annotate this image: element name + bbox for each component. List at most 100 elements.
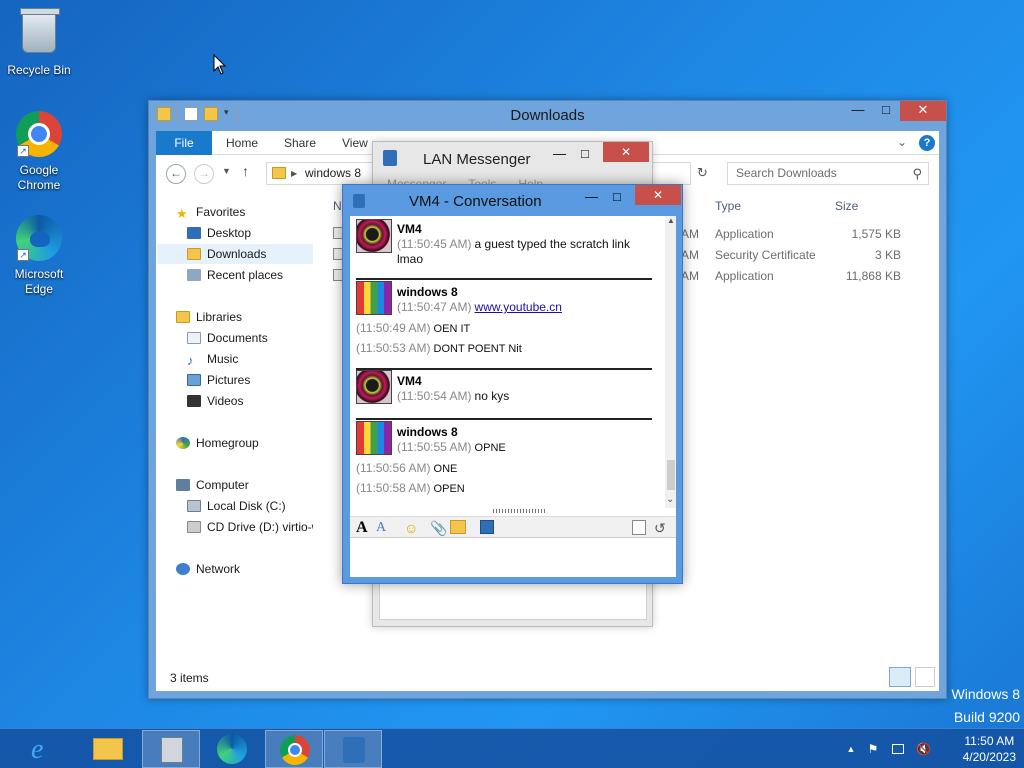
clock[interactable]: 11:50 AM 4/20/2023: [963, 733, 1016, 765]
nav-local-disk[interactable]: Local Disk (C:): [187, 496, 286, 516]
nav-videos[interactable]: Videos: [187, 391, 243, 411]
message-text: ONE: [433, 463, 458, 475]
nav-computer[interactable]: Computer: [176, 475, 249, 495]
taskbar-chrome[interactable]: [265, 730, 323, 768]
message-time: (11:50:53 AM): [356, 341, 431, 355]
explorer-titlebar[interactable]: ▾ Downloads — □ ✕: [149, 101, 946, 131]
nav-desktop[interactable]: Desktop: [187, 223, 251, 243]
message-text: OPNE: [474, 442, 506, 454]
watermark-build: Build 9200: [953, 709, 1020, 725]
font-icon[interactable]: A: [356, 519, 368, 537]
desktop-icon-recycle-bin[interactable]: Recycle Bin: [1, 8, 77, 78]
nav-libraries[interactable]: Libraries: [176, 307, 242, 327]
maximize-button[interactable]: □: [581, 146, 589, 161]
action-center-flag-icon[interactable]: ⚑: [866, 742, 880, 756]
transfer-icon[interactable]: [632, 520, 646, 535]
message-sender: windows 8: [397, 285, 458, 299]
taskbar-edge[interactable]: [203, 730, 261, 768]
nav-favorites[interactable]: ★ Favorites: [176, 202, 245, 222]
tab-home[interactable]: Home: [212, 131, 272, 155]
scrollbar-thumb[interactable]: [667, 460, 675, 490]
status-bar-text: 3 items: [170, 671, 209, 685]
nav-documents[interactable]: Documents: [187, 328, 268, 348]
taskbar-lan-messenger[interactable]: [324, 730, 382, 768]
column-header-name[interactable]: N: [333, 199, 342, 213]
maximize-button[interactable]: □: [872, 101, 900, 121]
nav-downloads[interactable]: Downloads: [157, 244, 313, 264]
nav-pictures[interactable]: Pictures: [187, 370, 250, 390]
scroll-up-icon[interactable]: ▲: [667, 216, 675, 225]
taskbar-file-explorer[interactable]: [79, 730, 137, 768]
music-icon: ♪: [187, 353, 194, 368]
send-folder-icon[interactable]: [450, 520, 466, 534]
nav-network[interactable]: Network: [176, 559, 240, 579]
refresh-icon[interactable]: ↻: [697, 165, 708, 181]
mouse-cursor-icon: [213, 54, 227, 75]
taskbar-installer[interactable]: [142, 730, 200, 768]
close-button[interactable]: ✕: [603, 142, 649, 162]
send-file-icon[interactable]: 📎: [430, 519, 447, 537]
recent-locations-icon[interactable]: ▼: [222, 166, 231, 176]
message-time: (11:50:54 AM): [397, 389, 472, 403]
message-time: (11:50:45 AM): [397, 237, 472, 251]
minimize-button[interactable]: —: [553, 146, 566, 161]
tab-file[interactable]: File: [156, 131, 212, 155]
avatar: [356, 421, 392, 455]
minimize-button[interactable]: —: [585, 189, 598, 204]
network-tray-icon[interactable]: [892, 744, 904, 754]
show-hidden-icons-icon[interactable]: ▲: [844, 742, 858, 756]
message-line: (11:50:54 AM) no kys: [397, 389, 509, 403]
help-icon[interactable]: ?: [919, 135, 935, 151]
save-icon[interactable]: [480, 520, 494, 534]
smiley-icon[interactable]: ☺: [404, 519, 418, 537]
message-history[interactable]: VM4 (11:50:45 AM) a guest typed the scra…: [350, 216, 665, 508]
details-view-icon[interactable]: [889, 667, 911, 687]
breadcrumb-chevron-icon: ▶: [291, 169, 298, 178]
message-scrollbar[interactable]: ▲ ⌄: [665, 216, 676, 508]
column-header-type[interactable]: Type: [715, 199, 741, 213]
large-icons-view-icon[interactable]: [915, 667, 935, 687]
nav-cd-drive[interactable]: CD Drive (D:) virtio-w: [187, 517, 313, 537]
message-text: OPEN: [433, 483, 465, 495]
scroll-down-icon[interactable]: ⌄: [666, 494, 674, 505]
nav-label: Local Disk (C:): [207, 499, 286, 513]
message-time: (11:50:55 AM): [397, 440, 472, 454]
search-input[interactable]: Search Downloads ⚲: [727, 162, 929, 185]
desktop-icon-label: Google Chrome: [17, 163, 61, 192]
nav-music[interactable]: ♪ Music: [187, 349, 238, 369]
desktop-icon-google-chrome[interactable]: ↗ Google Chrome: [1, 110, 77, 193]
window-title: VM4 - Conversation: [409, 193, 542, 210]
desktop-icon-microsoft-edge[interactable]: ↗ Microsoft Edge: [1, 214, 77, 297]
nav-label: Music: [207, 352, 239, 366]
taskbar-internet-explorer[interactable]: e: [16, 730, 74, 768]
nav-recent-places[interactable]: Recent places: [187, 265, 283, 285]
message-line: (11:50:56 AM) ONE: [356, 461, 457, 475]
splitter-handle[interactable]: [493, 509, 547, 513]
close-button[interactable]: ✕: [635, 185, 681, 205]
up-button[interactable]: ↑: [242, 163, 249, 179]
nav-homegroup[interactable]: Homegroup: [176, 433, 259, 453]
cd-drive-icon: [187, 521, 201, 533]
message-line: (11:50:55 AM) OPNE: [397, 440, 506, 454]
recent-places-icon: [187, 269, 201, 281]
search-icon[interactable]: ⚲: [912, 163, 922, 184]
forward-button[interactable]: →: [194, 164, 214, 184]
back-button[interactable]: ←: [166, 164, 186, 184]
tab-share[interactable]: Share: [270, 131, 330, 155]
history-icon[interactable]: ↺: [654, 519, 666, 537]
font-color-icon[interactable]: A: [376, 519, 386, 537]
message-text: no kys: [474, 389, 510, 403]
message-link[interactable]: www.youtube.cn: [475, 300, 562, 314]
nav-label: Documents: [207, 331, 268, 345]
conversation-window[interactable]: VM4 - Conversation — □ ✕ VM4 (11:50:45 A…: [342, 184, 683, 584]
search-placeholder: Search Downloads: [736, 166, 837, 180]
homegroup-icon: [176, 437, 190, 449]
column-header-size[interactable]: Size: [835, 199, 858, 213]
message-separator: [356, 368, 652, 370]
maximize-button[interactable]: □: [613, 189, 621, 204]
ribbon-expand-icon[interactable]: ⌄: [897, 135, 907, 149]
close-button[interactable]: ✕: [900, 101, 946, 121]
minimize-button[interactable]: —: [844, 101, 872, 121]
volume-muted-icon[interactable]: 🔇: [916, 742, 931, 756]
message-input[interactable]: [350, 539, 676, 577]
